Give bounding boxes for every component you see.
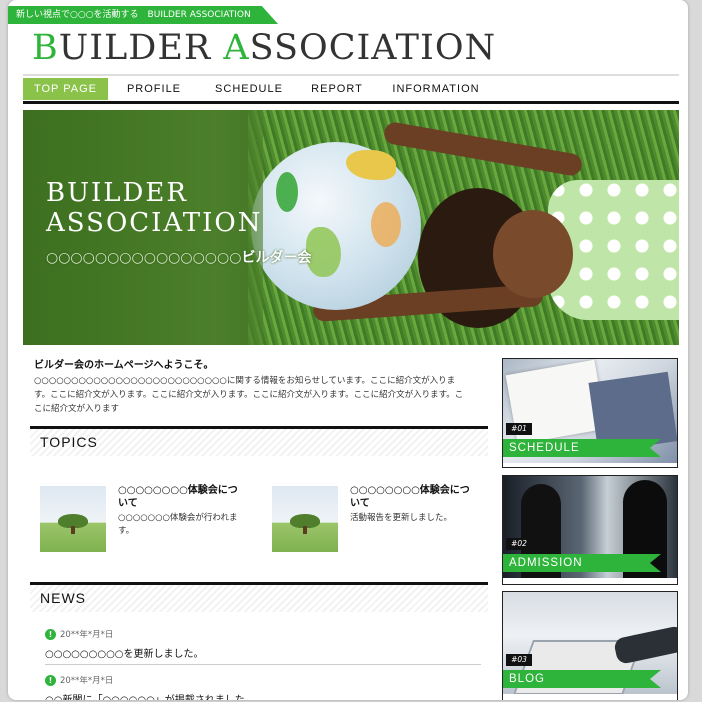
nav-item-report[interactable]: REPORT	[298, 78, 376, 100]
nav-top-divider	[23, 74, 679, 76]
news-text[interactable]: ○○○○○○○○○を更新しました。	[45, 645, 481, 664]
global-nav: TOP PAGE PROFILE SCHEDULE REPORT INFORMA…	[23, 78, 679, 100]
topic-description: 活動報告を更新しました。	[350, 513, 453, 523]
nav-item-top-page[interactable]: TOP PAGE	[23, 78, 108, 100]
hero-subtitle-circles: ○○○○○○○○○○○○○○○○	[46, 250, 242, 266]
logo-letter-a: A	[223, 28, 250, 68]
nav-item-information[interactable]: INFORMATION	[376, 78, 496, 100]
nav-item-profile[interactable]: PROFILE	[108, 78, 200, 100]
logo-text-ssociation: SSOCIATION	[249, 28, 497, 68]
hero-subtitle-name: ビルダー会	[241, 250, 312, 266]
banner-number: #02	[506, 538, 532, 550]
news-date-text: 20**年*月*日	[60, 630, 114, 640]
news-text[interactable]: ○○新聞に「○○○○○○」が掲載されました。	[45, 691, 481, 700]
news-date-text: 20**年*月*日	[60, 676, 114, 686]
banner-number: #01	[506, 423, 532, 435]
banner-underbar	[503, 463, 677, 467]
hero-title-line1: BUILDER	[46, 178, 188, 208]
nav-bottom-divider	[23, 101, 679, 104]
topic-card[interactable]: ○○○○○○○○体験会について 活動報告を更新しました。	[262, 484, 472, 554]
hero-girl-face	[493, 210, 573, 298]
hero-title-line2: ASSOCIATION	[46, 208, 263, 238]
topic-thumbnail[interactable]	[40, 486, 106, 552]
hero-banner: BUILDER ASSOCIATION ○○○○○○○○○○○○○○○○ビルダー…	[23, 110, 679, 345]
banner-underbar	[503, 578, 677, 584]
main-content: ビルダー会のホームページへようこそ。 ○○○○○○○○○○○○○○○○○○○○○…	[30, 356, 490, 700]
site-logo[interactable]: BUILDER ASSOCIATION	[32, 28, 496, 68]
welcome-title: ビルダー会のホームページへようこそ。	[34, 360, 214, 371]
logo-letter-b: B	[32, 28, 59, 68]
nav-item-schedule[interactable]: SCHEDULE	[200, 78, 298, 100]
banner-label[interactable]: ADMISSION	[503, 554, 661, 572]
news-heading-text: NEWS	[40, 590, 86, 606]
exclamation-icon: !	[45, 674, 56, 686]
news-heading: NEWS	[30, 582, 488, 612]
banner-admission[interactable]: #02 ADMISSION	[502, 475, 678, 585]
banner-label[interactable]: SCHEDULE	[503, 439, 661, 457]
banner-label[interactable]: BLOG	[503, 670, 661, 688]
news-item[interactable]: ! 20**年*月*日 ○○○○○○○○○を更新しました。	[45, 627, 481, 665]
logo-text-uilder: UILDER	[58, 28, 224, 68]
news-date: ! 20**年*月*日	[45, 627, 481, 641]
page-frame: 新しい視点で○○○を活動する BUILDER ASSOCIATION BUILD…	[8, 0, 688, 700]
exclamation-icon: !	[45, 628, 56, 640]
topic-thumbnail[interactable]	[272, 486, 338, 552]
banner-schedule[interactable]: #01 SCHEDULE	[502, 358, 678, 468]
banner-blog[interactable]: #03 BLOG	[502, 591, 678, 700]
welcome-body: ○○○○○○○○○○○○○○○○○○○○○○○○○○に関する情報をお知らせしてい…	[34, 376, 464, 414]
banner-underbar	[503, 694, 677, 700]
topic-card[interactable]: ○○○○○○○○体験会について ○○○○○○○体験会が行われます。	[30, 484, 240, 554]
hero-globe	[251, 142, 421, 310]
topic-title[interactable]: ○○○○○○○○体験会について	[350, 484, 475, 510]
topic-title[interactable]: ○○○○○○○○体験会について	[118, 484, 243, 510]
news-date: ! 20**年*月*日	[45, 673, 481, 687]
banner-number: #03	[506, 654, 532, 666]
hero-title: BUILDER ASSOCIATION	[46, 178, 262, 238]
topic-description: ○○○○○○○体験会が行われます。	[118, 513, 238, 536]
news-item[interactable]: ! 20**年*月*日 ○○新聞に「○○○○○○」が掲載されました。	[45, 673, 481, 700]
topics-heading: TOPICS	[30, 426, 488, 456]
tagline-ribbon: 新しい視点で○○○を活動する BUILDER ASSOCIATION	[8, 6, 278, 24]
topics-heading-text: TOPICS	[40, 434, 98, 450]
hero-subtitle: ○○○○○○○○○○○○○○○○ビルダー会	[46, 247, 311, 267]
